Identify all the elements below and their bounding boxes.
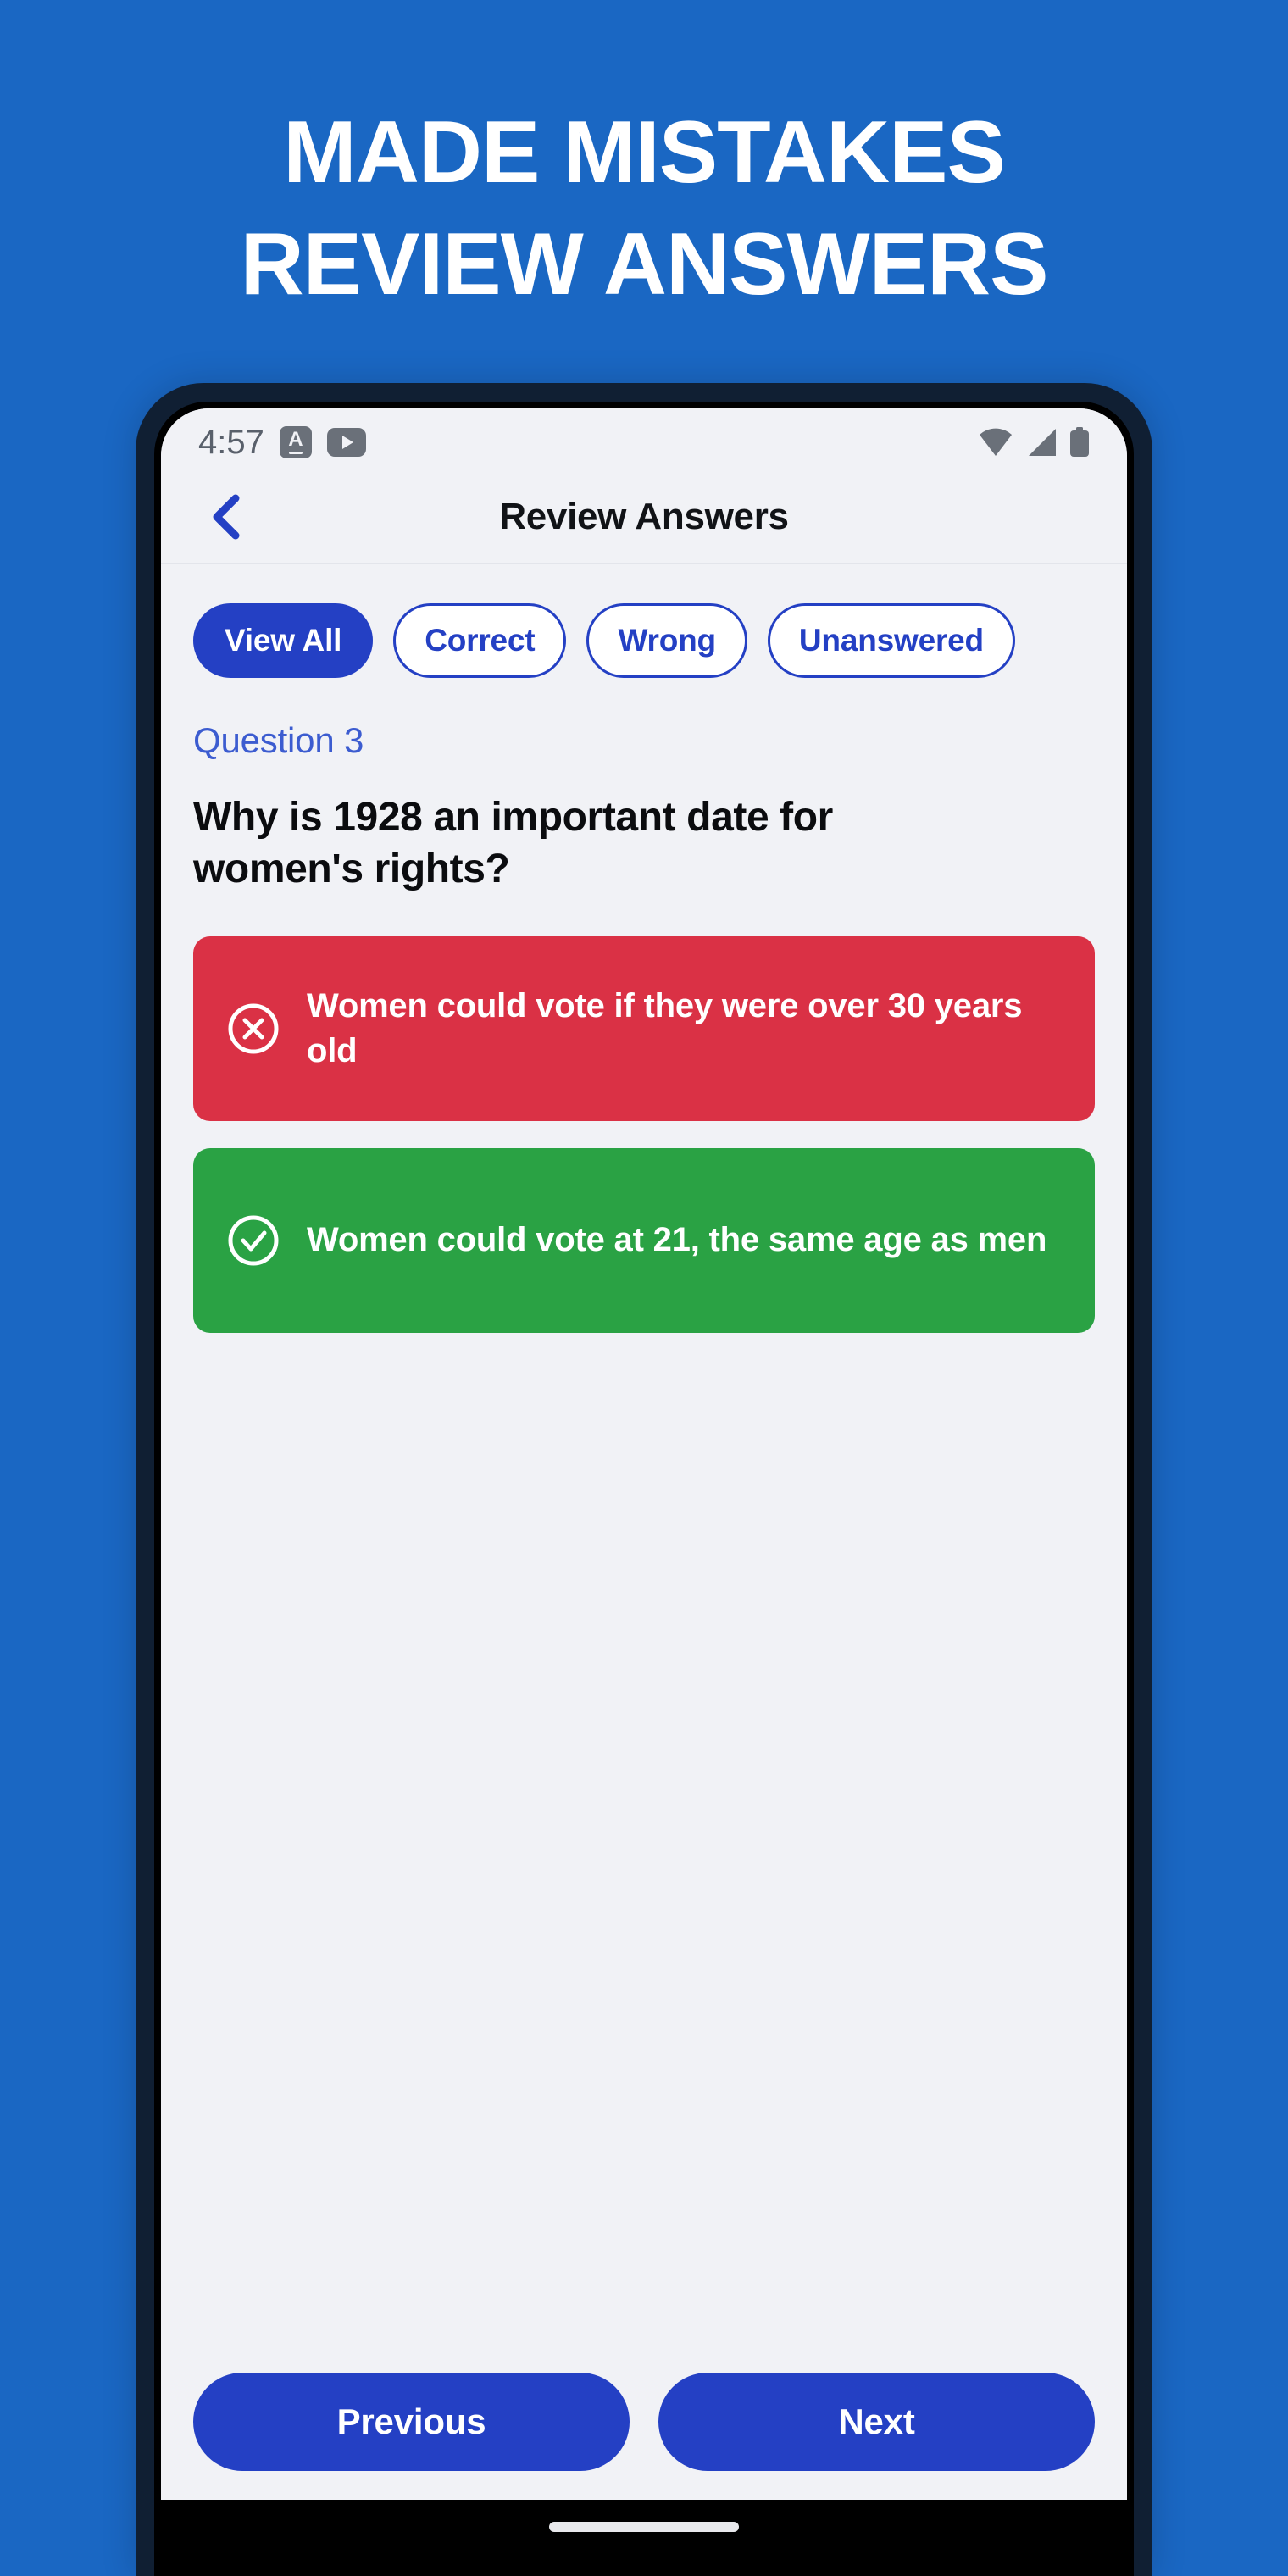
battery-icon [1070,427,1089,457]
answer-list: Women could vote if they were over 30 ye… [193,935,1095,1333]
cellular-signal-icon [1029,429,1056,456]
filter-chip-view-all[interactable]: View All [193,603,374,678]
question-number-label: Question 3 [193,720,364,760]
circle-check-icon [227,1214,280,1267]
filter-chip-wrong[interactable]: Wrong [586,603,747,678]
phone-device-mockup: 4:57 A Review Answers View All Correct W… [136,383,1152,2576]
youtube-icon [326,428,366,457]
answer-option-wrong-text: Women could vote if they were over 30 ye… [307,986,1023,1069]
back-button[interactable] [192,481,263,552]
circle-x-icon [227,1002,280,1055]
filter-chip-correct[interactable]: Correct [393,603,567,678]
promo-headline-line-2: REVIEW ANSWERS [240,215,1049,314]
app-bar: Review Answers [161,471,1127,564]
translate-icon-letter: A [288,428,303,451]
answer-option-correct[interactable]: Women could vote at 21, the same age as … [193,1147,1095,1333]
filter-chip-group: View All Correct Wrong Unanswered [161,564,1127,700]
filter-chip-unanswered[interactable]: Unanswered [767,603,1015,678]
next-button[interactable]: Next [658,2373,1095,2471]
status-bar-right [978,427,1090,458]
chevron-left-icon [213,494,240,540]
translate-icon: A [279,426,312,458]
home-indicator[interactable] [549,2522,739,2532]
previous-button[interactable]: Previous [193,2373,630,2471]
answer-option-wrong[interactable]: Women could vote if they were over 30 ye… [193,935,1095,1121]
page-title: Review Answers [499,496,789,537]
status-bar-left: 4:57 A [198,425,366,459]
wifi-icon [980,428,1012,456]
question-panel: Question 3 Why is 1928 an important date… [161,700,1127,2347]
question-navigation: Previous Next [161,2347,1127,2508]
gesture-navigation-area [161,2500,1127,2576]
status-bar: 4:57 A [161,408,1127,471]
question-text: Why is 1928 an important date for women'… [193,795,833,892]
phone-screen: 4:57 A Review Answers View All Correct W… [161,408,1127,2508]
promo-headline-line-1: MADE MISTAKES [283,103,1006,202]
answer-option-correct-text: Women could vote at 21, the same age as … [307,1221,1047,1259]
status-bar-clock: 4:57 [198,424,264,461]
phone-screen-bezel: 4:57 A Review Answers View All Correct W… [154,402,1134,2576]
promo-headline: MADE MISTAKES REVIEW ANSWERS [0,108,1288,308]
